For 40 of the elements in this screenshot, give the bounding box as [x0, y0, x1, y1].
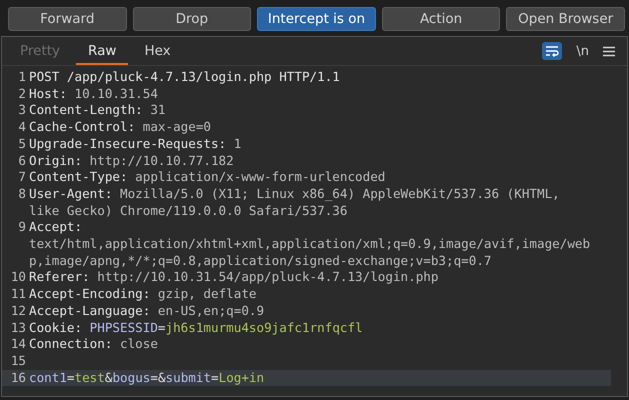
line-number: 16: [10, 370, 27, 386]
toolbar-button[interactable]: Action: [382, 7, 500, 31]
code-text: Cache-Control: max-age=0: [29, 119, 212, 136]
code-text: Content-Length: 31: [29, 102, 166, 120]
line-number: 7: [17, 169, 27, 186]
code-text: User-Agent: Mozilla/5.0 (X11; Linux x86_64) AppleWebKit/537.36 (KHTML, like Gecko) Chrome/119.0.0.0 Safari/537.36: [29, 186, 561, 220]
line-number: 3: [17, 102, 27, 120]
code-text: Host: 10.10.31.54: [29, 86, 159, 102]
code-text: Connection: close: [29, 336, 159, 353]
line-number: 5: [17, 136, 27, 153]
code-text: Referer: http://10.10.31.54/app/pluck-4.7.13/login.php: [29, 269, 440, 286]
toolbar-button[interactable]: Open Browser: [506, 7, 625, 31]
word-wrap-icon[interactable]: [542, 42, 562, 60]
code-text: Upgrade-Insecure-Requests: 1: [29, 136, 242, 153]
line-number: 15: [10, 352, 27, 370]
menu-icon[interactable]: [603, 46, 615, 56]
editor-tab[interactable]: Hex: [132, 37, 183, 65]
toolbar-button[interactable]: Forward: [8, 7, 127, 31]
code-text: cont1=test&bogus=&submit=Log+in: [29, 370, 266, 386]
editor-tab[interactable]: Raw: [76, 37, 128, 65]
code-text: Accept-Language: en-US,en;q=0.9: [29, 302, 266, 320]
line-number: 12: [10, 302, 27, 320]
code-text: Accept-Encoding: gzip, deflate: [29, 286, 258, 303]
line-number: 1: [17, 69, 27, 86]
line-number: 13: [10, 320, 27, 336]
code-text: Content-Type: application/x-www-form-urlencoded: [29, 169, 386, 186]
code-text: Origin: http://10.10.77.182: [29, 152, 235, 170]
line-number: 2: [17, 86, 27, 102]
line-number: 10: [10, 269, 27, 286]
line-number: 8: [17, 186, 27, 203]
toolbar-button[interactable]: Intercept is on: [257, 7, 376, 31]
line-number: 14: [10, 336, 27, 353]
line-number: 9: [17, 219, 27, 236]
code-text: POST /app/pluck-4.7.13/login.php HTTP/1.1: [29, 69, 341, 86]
newline-toggle[interactable]: \n: [576, 44, 589, 58]
line-number: 4: [17, 119, 27, 136]
line-number: 6: [17, 152, 27, 170]
code-text: Cookie: PHPSESSID=jh6s1murmu4so9jafc1rnfqcfl: [29, 320, 364, 336]
line-number: 11: [10, 286, 27, 303]
toolbar-button[interactable]: Drop: [132, 7, 252, 31]
